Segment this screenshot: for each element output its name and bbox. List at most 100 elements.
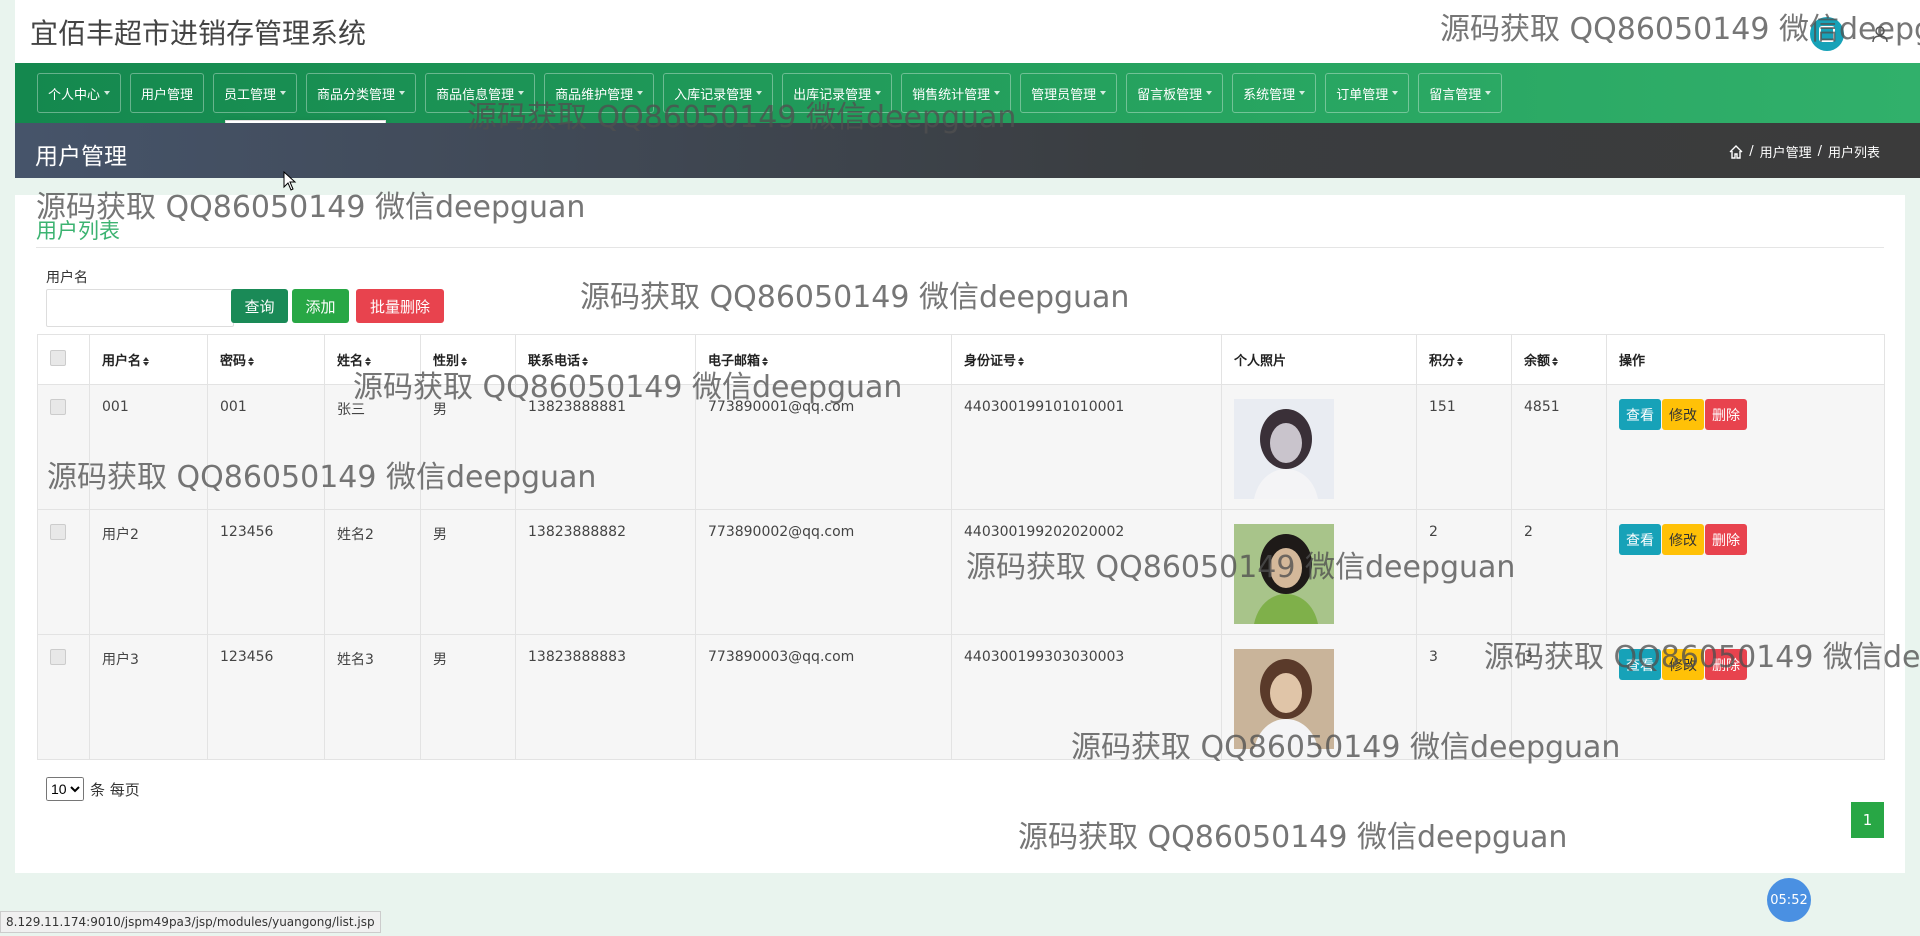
query-button[interactable]: 查询 xyxy=(231,289,288,323)
page-title: 用户管理 xyxy=(35,144,127,170)
user-photo xyxy=(1234,399,1334,499)
caret-down-icon xyxy=(1485,91,1492,95)
breadcrumb-user-list: 用户列表 xyxy=(1827,146,1880,161)
user-photo xyxy=(1234,524,1334,624)
user-icon[interactable] xyxy=(1863,17,1897,51)
cell-balance: 4851 xyxy=(1511,384,1607,510)
cell-username: 用户2 xyxy=(89,509,208,635)
nav-item-9[interactable]: 管理员管理 xyxy=(1020,73,1118,113)
cell-actions: 查看 修改 删除 xyxy=(1606,509,1885,635)
cell-balance: 3 xyxy=(1511,634,1607,760)
cell-points: 2 xyxy=(1416,509,1512,635)
nav-item-7[interactable]: 出库记录管理 xyxy=(782,73,893,113)
delete-button[interactable]: 删除 xyxy=(1705,399,1747,430)
user-photo xyxy=(1234,649,1334,749)
caret-down-icon xyxy=(1392,91,1399,95)
breadcrumb-user-management[interactable]: 用户管理 xyxy=(1760,142,1812,161)
cell-username: 用户3 xyxy=(89,634,208,760)
cell-idcard: 440300199101010001 xyxy=(951,384,1222,510)
page-size-select[interactable]: 10 xyxy=(46,777,84,801)
cell-idcard: 440300199202020002 xyxy=(951,509,1222,635)
nav-item-10[interactable]: 留言板管理 xyxy=(1126,73,1224,113)
caret-down-icon xyxy=(1100,91,1107,95)
cell-actions: 查看 修改 删除 xyxy=(1606,384,1885,510)
edit-button[interactable]: 修改 xyxy=(1662,649,1704,680)
cell-phone: 13823888881 xyxy=(515,384,696,510)
sort-icon xyxy=(1018,357,1025,366)
cell-photo xyxy=(1221,634,1417,760)
row-checkbox[interactable] xyxy=(50,649,66,665)
user-table: 用户名 密码 姓名 性别 联系电话 电子邮箱 身份证号 个人照片 积分 余额 操… xyxy=(37,334,1885,760)
cell-password: 123456 xyxy=(207,634,325,760)
nav-item-4[interactable]: 商品信息管理 xyxy=(425,73,536,113)
caret-down-icon xyxy=(756,91,763,95)
view-button[interactable]: 查看 xyxy=(1619,399,1661,430)
edit-button[interactable]: 修改 xyxy=(1662,524,1704,555)
add-button[interactable]: 添加 xyxy=(292,289,349,323)
divider xyxy=(36,247,1884,248)
cell-idcard: 440300199303030003 xyxy=(951,634,1222,760)
view-button[interactable]: 查看 xyxy=(1619,649,1661,680)
col-name[interactable]: 姓名 xyxy=(324,334,421,385)
col-username[interactable]: 用户名 xyxy=(89,334,208,385)
cell-phone: 13823888882 xyxy=(515,509,696,635)
caret-down-icon xyxy=(994,91,1001,95)
caret-down-icon xyxy=(1206,91,1213,95)
caret-down-icon xyxy=(1299,91,1306,95)
nav-item-0[interactable]: 个人中心 xyxy=(37,73,122,113)
top-header: 宜佰丰超市进销存管理系统 xyxy=(15,0,1920,63)
page-size-control: 10 条 每页 xyxy=(46,777,140,801)
select-all-checkbox[interactable] xyxy=(50,349,66,366)
nav-item-13[interactable]: 留言管理 xyxy=(1418,73,1503,113)
table-header-row: 用户名 密码 姓名 性别 联系电话 电子邮箱 身份证号 个人照片 积分 余额 操… xyxy=(37,334,1885,385)
fullscreen-icon[interactable] xyxy=(1810,17,1844,51)
table-row: 用户3 123456 姓名3 男 13823888883 773890003@qq.com… xyxy=(37,634,1885,760)
nav-item-12[interactable]: 订单管理 xyxy=(1325,73,1410,113)
home-icon[interactable] xyxy=(1729,144,1743,159)
delete-button[interactable]: 删除 xyxy=(1705,524,1747,555)
table-row: 001 001 张三男 13823888881 773890001@qq.com 4403… xyxy=(37,384,1885,510)
nav-item-2[interactable]: 员工管理 xyxy=(213,73,298,113)
cell-password: 123456 xyxy=(207,509,325,635)
col-phone[interactable]: 联系电话 xyxy=(515,334,696,385)
caret-down-icon xyxy=(518,91,525,95)
row-checkbox[interactable] xyxy=(50,524,66,540)
cell-gender: 男 xyxy=(420,634,516,760)
caret-down-icon xyxy=(637,91,644,95)
view-button[interactable]: 查看 xyxy=(1619,524,1661,555)
breadcrumb: / 用户管理 / 用户列表 xyxy=(1729,142,1880,161)
cell-username: 001 xyxy=(89,384,208,510)
cell-photo xyxy=(1221,509,1417,635)
col-balance[interactable]: 余额 xyxy=(1511,334,1607,385)
cell-points: 3 xyxy=(1416,634,1512,760)
edit-button[interactable]: 修改 xyxy=(1662,399,1704,430)
nav-item-3[interactable]: 商品分类管理 xyxy=(306,73,417,113)
nav-item-11[interactable]: 系统管理 xyxy=(1232,73,1317,113)
batch-delete-button[interactable]: 批量删除 xyxy=(356,289,444,323)
col-password[interactable]: 密码 xyxy=(207,334,325,385)
row-checkbox[interactable] xyxy=(50,399,66,415)
col-idcard[interactable]: 身份证号 xyxy=(951,334,1222,385)
caret-down-icon xyxy=(399,91,406,95)
cell-phone: 13823888883 xyxy=(515,634,696,760)
page-banner: 用户管理 / 用户管理 / 用户列表 xyxy=(15,123,1920,178)
cell-name: 姓名3 xyxy=(324,634,421,760)
nav-item-8[interactable]: 销售统计管理 xyxy=(901,73,1012,113)
col-photo: 个人照片 xyxy=(1221,334,1417,385)
nav-item-6[interactable]: 入库记录管理 xyxy=(663,73,774,113)
sort-icon xyxy=(365,357,372,366)
username-search-input[interactable] xyxy=(46,289,234,327)
col-email[interactable]: 电子邮箱 xyxy=(695,334,952,385)
sort-icon xyxy=(248,357,255,366)
cell-email: 773890002@qq.com xyxy=(695,509,952,635)
nav-item-1[interactable]: 用户管理 xyxy=(130,73,205,113)
page-size-suffix: 条 每页 xyxy=(90,780,140,799)
nav-item-5[interactable]: 商品维护管理 xyxy=(544,73,655,113)
sort-icon xyxy=(1457,357,1464,366)
table-row: 用户2 123456 姓名2 男 13823888882 773890002@qq.com… xyxy=(37,509,1885,635)
delete-button[interactable]: 删除 xyxy=(1705,649,1747,680)
cell-photo xyxy=(1221,384,1417,510)
col-points[interactable]: 积分 xyxy=(1416,334,1512,385)
col-gender[interactable]: 性别 xyxy=(420,334,516,385)
pagination-page-1[interactable]: 1 xyxy=(1851,802,1884,838)
